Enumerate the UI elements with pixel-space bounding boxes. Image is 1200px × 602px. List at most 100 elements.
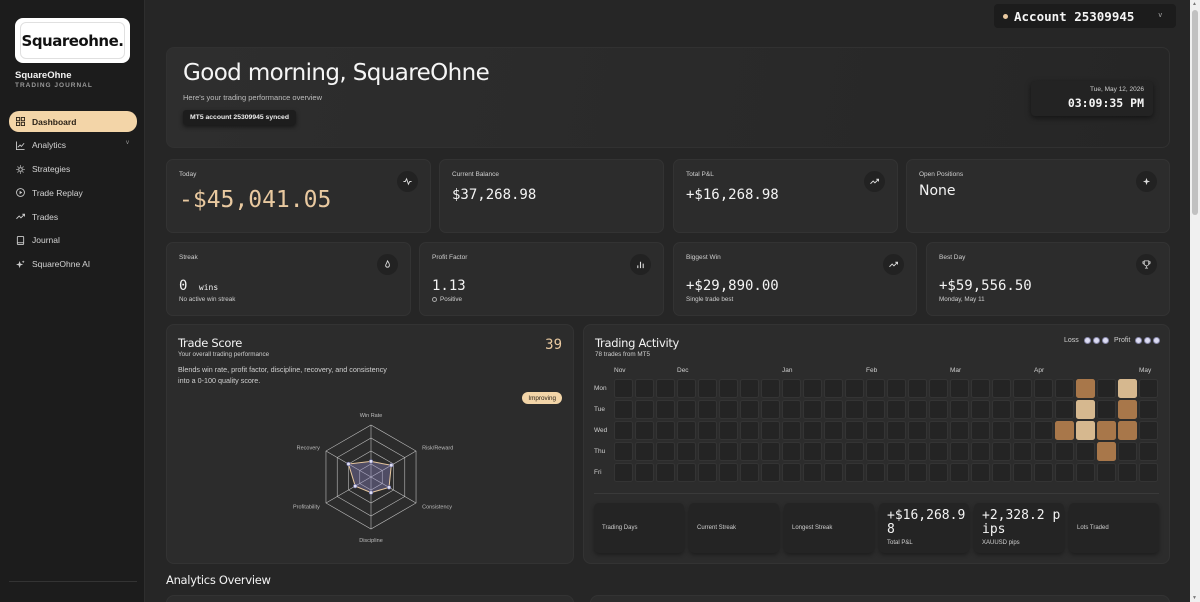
heatmap-cell[interactable] [1034,442,1053,461]
heatmap-cell[interactable] [1034,400,1053,419]
heatmap-cell[interactable] [887,463,906,482]
heatmap-cell[interactable] [698,442,717,461]
heatmap-cell[interactable] [803,463,822,482]
heatmap-cell[interactable] [1076,442,1095,461]
heatmap-cell[interactable] [1139,421,1158,440]
heatmap-cell[interactable] [782,379,801,398]
heatmap-cell[interactable] [950,379,969,398]
heatmap-cell[interactable] [824,379,843,398]
heatmap-cell[interactable] [761,379,780,398]
scrollbar[interactable]: ▲ ▼ [1190,0,1200,602]
heatmap-cell[interactable] [1097,463,1116,482]
heatmap-cell[interactable] [677,421,696,440]
heatmap-cell[interactable] [656,379,675,398]
heatmap-cell[interactable] [614,400,633,419]
heatmap-cell[interactable] [1118,379,1137,398]
heatmap-cell[interactable] [1013,421,1032,440]
heatmap-cell[interactable] [656,442,675,461]
account-selector[interactable]: Account 25309945 v [994,4,1176,28]
heatmap-cell[interactable] [1097,421,1116,440]
heatmap-cell[interactable] [614,379,633,398]
sidebar-item-dashboard[interactable]: Dashboard [9,111,137,132]
heatmap-cell[interactable] [845,379,864,398]
radar-point[interactable] [346,461,351,467]
heatmap-cell[interactable] [656,463,675,482]
heatmap-cell[interactable] [929,379,948,398]
heatmap-cell[interactable] [698,379,717,398]
heatmap-cell[interactable] [1076,421,1095,440]
heatmap-cell[interactable] [719,400,738,419]
heatmap-cell[interactable] [929,421,948,440]
heatmap-cell[interactable] [1055,379,1074,398]
heatmap-cell[interactable] [1055,400,1074,419]
heatmap-cell[interactable] [1139,379,1158,398]
heatmap-cell[interactable] [1013,463,1032,482]
heatmap-cell[interactable] [635,463,654,482]
heatmap-cell[interactable] [845,442,864,461]
heatmap-cell[interactable] [1097,442,1116,461]
heatmap-cell[interactable] [719,463,738,482]
heatmap-cell[interactable] [866,463,885,482]
heatmap-cell[interactable] [1013,379,1032,398]
heatmap-cell[interactable] [698,421,717,440]
sidebar-item-analytics[interactable]: Analytics v [9,135,137,156]
heatmap-cell[interactable] [887,442,906,461]
heatmap-cell[interactable] [1013,400,1032,419]
heatmap-cell[interactable] [971,442,990,461]
heatmap-cell[interactable] [761,400,780,419]
heatmap-cell[interactable] [1139,400,1158,419]
heatmap-cell[interactable] [908,421,927,440]
heatmap-cell[interactable] [971,379,990,398]
heatmap-cell[interactable] [1139,463,1158,482]
heatmap-cell[interactable] [950,421,969,440]
heatmap-cell[interactable] [1118,400,1137,419]
heatmap-cell[interactable] [740,442,759,461]
heatmap-cell[interactable] [1097,379,1116,398]
radar-point[interactable] [386,485,392,490]
heatmap-cell[interactable] [1034,379,1053,398]
heatmap-cell[interactable] [740,463,759,482]
heatmap-cell[interactable] [803,442,822,461]
heatmap-cell[interactable] [887,421,906,440]
heatmap-cell[interactable] [887,379,906,398]
heatmap-cell[interactable] [698,400,717,419]
heatmap-cell[interactable] [782,442,801,461]
heatmap-cell[interactable] [845,421,864,440]
heatmap-cell[interactable] [1076,379,1095,398]
heatmap-cell[interactable] [1034,421,1053,440]
heatmap-cell[interactable] [614,442,633,461]
heatmap-cell[interactable] [740,379,759,398]
heatmap-cell[interactable] [866,379,885,398]
heatmap-cell[interactable] [950,442,969,461]
heatmap-cell[interactable] [824,463,843,482]
heatmap-cell[interactable] [719,442,738,461]
heatmap-cell[interactable] [635,400,654,419]
heatmap-cell[interactable] [1076,400,1095,419]
heatmap-cell[interactable] [761,421,780,440]
heatmap-cell[interactable] [992,379,1011,398]
heatmap-cell[interactable] [1118,421,1137,440]
heatmap-cell[interactable] [908,379,927,398]
heatmap-cell[interactable] [950,400,969,419]
sidebar-item-journal[interactable]: Journal [9,230,137,251]
heatmap-cell[interactable] [782,400,801,419]
heatmap-cell[interactable] [866,442,885,461]
heatmap-cell[interactable] [992,421,1011,440]
heatmap-cell[interactable] [887,400,906,419]
heatmap-cell[interactable] [782,463,801,482]
heatmap-cell[interactable] [929,463,948,482]
sidebar-item-trades[interactable]: Trades [9,206,137,227]
radar-point[interactable] [368,490,374,495]
heatmap-cell[interactable] [1118,442,1137,461]
heatmap-cell[interactable] [719,421,738,440]
heatmap-cell[interactable] [992,400,1011,419]
heatmap-cell[interactable] [803,379,822,398]
scroll-up-arrow-icon[interactable]: ▲ [1192,1,1197,7]
heatmap-cell[interactable] [740,400,759,419]
heatmap-cell[interactable] [866,400,885,419]
radar-point[interactable] [389,463,394,468]
sidebar-item-squareohne-ai[interactable]: SquareOhne AI [9,254,137,275]
heatmap-cell[interactable] [929,442,948,461]
heatmap-cell[interactable] [908,463,927,482]
heatmap-cell[interactable] [971,421,990,440]
